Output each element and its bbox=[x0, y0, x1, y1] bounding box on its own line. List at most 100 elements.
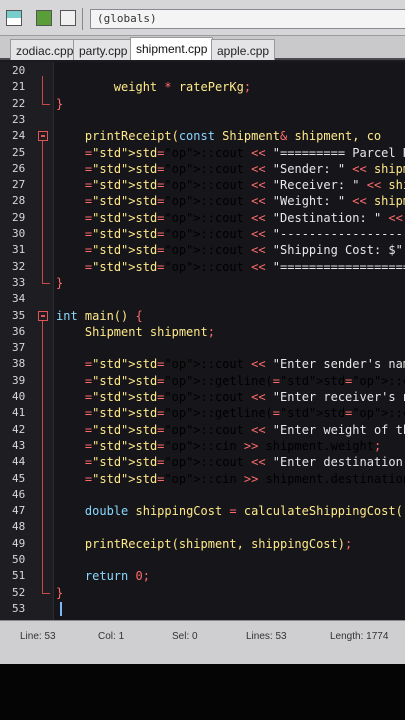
monitor-bezel bbox=[0, 664, 405, 720]
code-line[interactable]: 49 printReceipt(shipment, shippingCost); bbox=[0, 535, 405, 553]
back-arrow-icon[interactable] bbox=[36, 10, 52, 26]
status-line-value: 53 bbox=[44, 631, 56, 642]
line-number: 30 bbox=[12, 227, 26, 240]
line-number: 46 bbox=[12, 487, 26, 501]
code-line[interactable]: 35 int main() { bbox=[0, 307, 405, 325]
line-number: 34 bbox=[12, 292, 26, 306]
code-line[interactable]: 50 bbox=[0, 551, 405, 569]
line-number: 50 bbox=[12, 553, 26, 566]
code-line[interactable]: 52} bbox=[0, 584, 405, 602]
fold-collapse-icon[interactable] bbox=[38, 310, 48, 321]
status-length-label: Length: bbox=[330, 631, 364, 642]
line-number: 37 bbox=[12, 341, 26, 355]
text-cursor bbox=[60, 601, 62, 616]
code-editor[interactable]: 20 21 weight * ratePerKg; 22} 23 24 printRec… bbox=[0, 62, 405, 620]
line-number: 42 bbox=[12, 422, 26, 436]
scope-selector[interactable]: (globals) bbox=[90, 9, 405, 29]
line-number: 40 bbox=[12, 390, 26, 403]
document-icon[interactable] bbox=[60, 10, 76, 26]
code-text: ="std">std="op">::cout << "Shipping Cost… bbox=[84, 243, 403, 258]
code-line[interactable]: 29 ="std">std="op">::cout << "Destinatio… bbox=[0, 209, 405, 227]
code-line[interactable]: 51 return 0; bbox=[0, 567, 405, 585]
code-line[interactable]: 36 Shipment shipment; bbox=[0, 323, 405, 341]
line-number: 22 bbox=[12, 96, 26, 110]
code-line[interactable]: 33} bbox=[0, 274, 405, 292]
code-text: ="std">std="op">::cout << "Sender: " << … bbox=[84, 161, 405, 176]
code-line[interactable]: 53 bbox=[0, 600, 405, 618]
code-line[interactable]: 40 ="std">std="op">::cout << "Enter rece… bbox=[0, 388, 405, 406]
fold-guide-end bbox=[42, 282, 50, 284]
fold-guide-end bbox=[42, 103, 50, 105]
ide-window: (globals) zodiac.cpp party.cpp shipment.… bbox=[0, 0, 405, 664]
code-text: Shipment shipment; bbox=[56, 324, 215, 339]
code-line[interactable]: 21 weight * ratePerKg; bbox=[0, 78, 405, 96]
code-line[interactable]: 48 bbox=[0, 518, 405, 536]
status-col-label: Col: bbox=[98, 631, 116, 642]
code-line[interactable]: 28 ="std">std="op">::cout << "Weight: " … bbox=[0, 192, 405, 210]
code-line[interactable]: 47 double shippingCost = calculateShippi… bbox=[0, 502, 405, 520]
code-line[interactable]: 38 ="std">std="op">::cout << "Enter send… bbox=[0, 355, 405, 373]
line-number: 20 bbox=[12, 64, 26, 77]
code-line[interactable]: 39 ="std">std="op">::getline(="std">std=… bbox=[0, 372, 405, 390]
code-text: ="std">std="op">::getline(="std">std="op… bbox=[84, 373, 405, 388]
code-line[interactable]: 26 ="std">std="op">::cout << "Sender: " … bbox=[0, 160, 405, 178]
code-text: printReceipt(const Shipment& shipment, c… bbox=[56, 129, 382, 144]
tab-apple[interactable]: apple.cpp bbox=[211, 39, 276, 60]
code-line[interactable]: 27 ="std">std="op">::cout << "Receiver: … bbox=[0, 176, 405, 194]
code-line[interactable]: 46 bbox=[0, 486, 405, 504]
toolbar: (globals) bbox=[0, 0, 405, 36]
code-text: ="std">std="op">::cout << "Enter destina… bbox=[84, 455, 403, 470]
fold-collapse-icon[interactable] bbox=[38, 131, 48, 142]
code-line[interactable]: 30 ="std">std="op">::cout << "----------… bbox=[0, 225, 405, 243]
code-line[interactable]: 41 ="std">std="op">::getline(="std">std=… bbox=[0, 404, 405, 422]
line-number: 48 bbox=[12, 520, 26, 534]
code-text: ="std">std="op">::cout << "Weight: " << … bbox=[84, 194, 405, 209]
code-line[interactable]: 31 ="std">std="op">::cout << "Shipping C… bbox=[0, 241, 405, 259]
code-text: ="std">std="op">::cout << "Enter receive… bbox=[84, 390, 405, 404]
status-sel-label: Sel: bbox=[172, 631, 190, 642]
save-icon[interactable] bbox=[6, 10, 22, 26]
line-number: 38 bbox=[12, 357, 26, 371]
code-text: weight * ratePerKg; bbox=[56, 80, 252, 95]
code-line[interactable]: 43 ="std">std="op">::cin >> shipment.wei… bbox=[0, 437, 405, 455]
line-number: 44 bbox=[12, 455, 26, 469]
code-text: ="std">std="op">::cin >> shipment.destin… bbox=[84, 471, 405, 486]
code-line[interactable]: 20 bbox=[0, 62, 405, 80]
code-text: ="std">std="op">::cout << "========= Par… bbox=[84, 145, 405, 160]
tab-bar: zodiac.cpp party.cpp shipment.cpp apple.… bbox=[0, 36, 405, 60]
status-length-value: 1774 bbox=[366, 631, 389, 642]
tab-zodiac[interactable]: zodiac.cpp bbox=[10, 39, 80, 60]
line-number: 52 bbox=[12, 585, 26, 599]
code-line[interactable]: 23 bbox=[0, 111, 405, 129]
line-number: 32 bbox=[12, 259, 26, 273]
code-text: return 0; bbox=[84, 569, 150, 584]
status-line-label: Line: bbox=[20, 631, 42, 642]
line-number: 31 bbox=[12, 243, 26, 257]
code-line[interactable]: 44 ="std">std="op">::cout << "Enter dest… bbox=[0, 453, 405, 471]
code-line[interactable]: 37 bbox=[0, 339, 405, 357]
fold-guide bbox=[42, 76, 43, 104]
code-text: ="std">std="op">::cin >> shipment.weight… bbox=[84, 438, 382, 453]
line-number: 36 bbox=[12, 324, 26, 338]
code-line[interactable]: 22} bbox=[0, 95, 405, 113]
code-line[interactable]: 34 bbox=[0, 290, 405, 308]
code-line[interactable]: 32 ="std">std="op">::cout << "==========… bbox=[0, 258, 405, 276]
code-text: ="std">std="op">::cout << "Destination: … bbox=[84, 210, 403, 225]
code-text: ="std">std="op">::cout << "Receiver: " <… bbox=[84, 178, 405, 193]
tab-party[interactable]: party.cpp bbox=[73, 39, 134, 60]
line-number: 45 bbox=[12, 471, 26, 485]
code-line[interactable]: 45 ="std">std="op">::cin >> shipment.des… bbox=[0, 470, 405, 488]
status-col-value: 1 bbox=[118, 631, 125, 642]
fold-guide bbox=[42, 320, 43, 593]
toolbar-divider bbox=[82, 8, 83, 30]
code-line[interactable]: 24 printReceipt(const Shipment& shipment… bbox=[0, 127, 405, 145]
line-number: 43 bbox=[12, 438, 26, 452]
line-number: 23 bbox=[12, 112, 26, 126]
line-number: 28 bbox=[12, 194, 26, 208]
line-number: 39 bbox=[12, 373, 26, 387]
line-number: 29 bbox=[12, 210, 26, 224]
code-line[interactable]: 25 ="std">std="op">::cout << "========= … bbox=[0, 144, 405, 162]
code-line[interactable]: 42 ="std">std="op">::cout << "Enter weig… bbox=[0, 421, 405, 439]
code-text: ="std">std="op">::cout << "-------------… bbox=[84, 227, 405, 241]
tab-shipment[interactable]: shipment.cpp bbox=[130, 37, 214, 60]
